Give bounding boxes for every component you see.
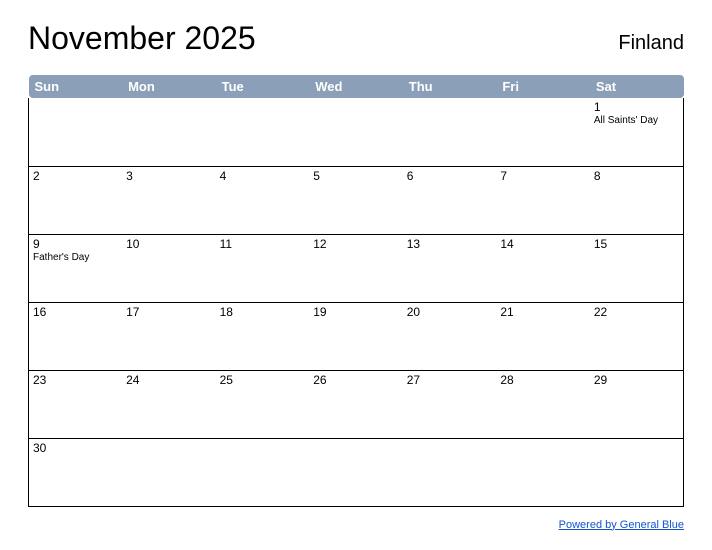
calendar-day-cell: 3 — [122, 166, 216, 234]
calendar-day-cell: 7 — [496, 166, 590, 234]
calendar-day-cell — [216, 98, 310, 166]
calendar-day-cell: 1All Saints' Day — [590, 98, 684, 166]
day-number: 4 — [220, 169, 306, 183]
calendar-day-cell: 18 — [216, 302, 310, 370]
day-number: 1 — [594, 100, 679, 114]
calendar-day-cell: 25 — [216, 370, 310, 438]
calendar-day-cell: 5 — [309, 166, 403, 234]
calendar-day-cell: 14 — [496, 234, 590, 302]
day-number: 13 — [407, 237, 493, 251]
weekday-fri: Fri — [496, 75, 590, 98]
day-event: Father's Day — [33, 252, 118, 263]
day-number: 21 — [500, 305, 586, 319]
day-number: 26 — [313, 373, 399, 387]
day-number: 17 — [126, 305, 212, 319]
day-number: 9 — [33, 237, 118, 251]
day-event: All Saints' Day — [594, 115, 679, 126]
day-number: 16 — [33, 305, 118, 319]
calendar-day-cell: 11 — [216, 234, 310, 302]
calendar-day-cell — [309, 98, 403, 166]
day-number: 15 — [594, 237, 679, 251]
calendar-day-cell — [309, 438, 403, 506]
day-number: 20 — [407, 305, 493, 319]
calendar-day-cell: 9Father's Day — [29, 234, 123, 302]
weekday-tue: Tue — [216, 75, 310, 98]
footer: Powered by General Blue — [28, 515, 684, 533]
day-number: 28 — [500, 373, 586, 387]
calendar-day-cell: 21 — [496, 302, 590, 370]
calendar-day-cell: 27 — [403, 370, 497, 438]
calendar-week-row: 9Father's Day101112131415 — [29, 234, 684, 302]
day-number: 14 — [500, 237, 586, 251]
calendar-week-row: 1All Saints' Day — [29, 98, 684, 166]
calendar-week-row: 16 17 18 19 20 21 22 — [29, 302, 684, 370]
calendar-day-cell: 15 — [590, 234, 684, 302]
calendar-day-cell — [122, 438, 216, 506]
calendar-day-cell: 22 — [590, 302, 684, 370]
day-number: 24 — [126, 373, 212, 387]
day-number: 22 — [594, 305, 679, 319]
day-number: 27 — [407, 373, 493, 387]
day-number: 8 — [594, 169, 679, 183]
calendar-day-cell: 13 — [403, 234, 497, 302]
calendar-day-cell: 30 — [29, 438, 123, 506]
calendar-day-cell: 26 — [309, 370, 403, 438]
day-number: 12 — [313, 237, 399, 251]
calendar-table: Sun Mon Tue Wed Thu Fri Sat 1All Saints'… — [28, 75, 684, 507]
calendar-day-cell — [216, 438, 310, 506]
calendar-day-cell: 12 — [309, 234, 403, 302]
calendar-day-cell — [590, 438, 684, 506]
calendar-day-cell: 29 — [590, 370, 684, 438]
day-number: 19 — [313, 305, 399, 319]
calendar-body: 1All Saints' Day23456789Father's Day1011… — [29, 98, 684, 506]
calendar-week-row: 30 — [29, 438, 684, 506]
day-number: 6 — [407, 169, 493, 183]
calendar-day-cell: 16 — [29, 302, 123, 370]
calendar-day-cell: 10 — [122, 234, 216, 302]
weekday-header-row: Sun Mon Tue Wed Thu Fri Sat — [29, 75, 684, 98]
region-label: Finland — [618, 32, 684, 55]
weekday-wed: Wed — [309, 75, 403, 98]
calendar-day-cell: 19 — [309, 302, 403, 370]
calendar-day-cell — [403, 98, 497, 166]
weekday-thu: Thu — [403, 75, 497, 98]
powered-by-link[interactable]: Powered by General Blue — [559, 519, 684, 531]
calendar-week-row: 23 24 25 26 27 28 29 — [29, 370, 684, 438]
calendar-day-cell: 4 — [216, 166, 310, 234]
day-number: 5 — [313, 169, 399, 183]
weekday-mon: Mon — [122, 75, 216, 98]
calendar-day-cell: 23 — [29, 370, 123, 438]
day-number: 3 — [126, 169, 212, 183]
weekday-sun: Sun — [29, 75, 123, 98]
day-number: 18 — [220, 305, 306, 319]
day-number: 7 — [500, 169, 586, 183]
calendar-day-cell: 17 — [122, 302, 216, 370]
calendar-day-cell: 28 — [496, 370, 590, 438]
calendar-day-cell: 6 — [403, 166, 497, 234]
calendar-day-cell: 20 — [403, 302, 497, 370]
day-number: 11 — [220, 237, 306, 251]
calendar-header: November 2025 Finland — [28, 20, 684, 57]
calendar-day-cell — [29, 98, 123, 166]
calendar-day-cell — [496, 438, 590, 506]
page-title: November 2025 — [28, 20, 256, 57]
day-number: 23 — [33, 373, 118, 387]
calendar-day-cell: 8 — [590, 166, 684, 234]
calendar-day-cell — [122, 98, 216, 166]
day-number: 2 — [33, 169, 118, 183]
calendar-day-cell — [403, 438, 497, 506]
day-number: 30 — [33, 441, 118, 455]
day-number: 25 — [220, 373, 306, 387]
calendar-day-cell: 24 — [122, 370, 216, 438]
day-number: 10 — [126, 237, 212, 251]
day-number: 29 — [594, 373, 679, 387]
weekday-sat: Sat — [590, 75, 684, 98]
calendar-week-row: 2345678 — [29, 166, 684, 234]
calendar-day-cell — [496, 98, 590, 166]
calendar-day-cell: 2 — [29, 166, 123, 234]
